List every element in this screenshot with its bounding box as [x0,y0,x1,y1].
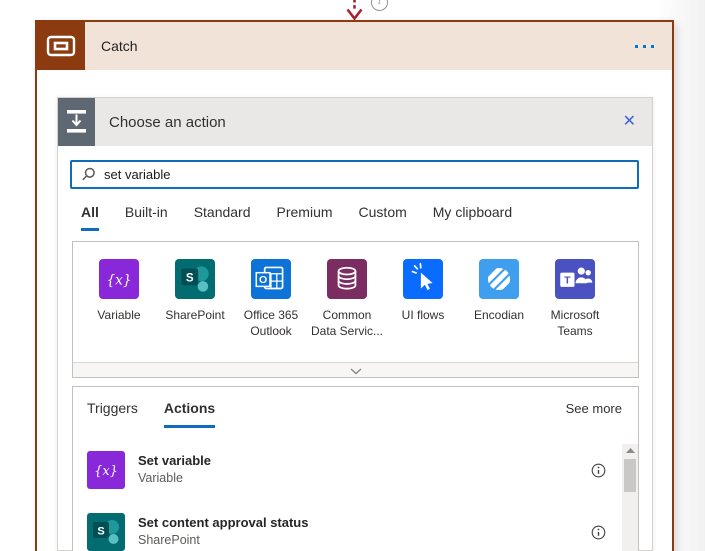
tab-triggers[interactable]: Triggers [87,400,138,428]
more-menu-button[interactable] [626,39,658,54]
info-icon[interactable]: i [371,0,388,11]
dialog-title: Choose an action [109,113,226,131]
dialog-header: Choose an action ✕ [58,98,652,146]
svg-text:{x}: {x} [94,464,118,479]
svg-text:{x}: {x} [106,272,131,288]
connector-common-data-service[interactable]: Common Data Servic... [309,259,385,339]
tab-all[interactable]: All [81,204,99,231]
action-item-set-content-approval-status[interactable]: S Set content approval status SharePoint [73,501,638,551]
svg-text:S: S [186,273,194,285]
search-box [70,160,639,189]
teams-icon: T [555,259,595,299]
connector-sharepoint[interactable]: S SharePoint [157,259,233,339]
svg-text:S: S [97,526,104,538]
info-icon[interactable] [589,523,608,542]
connector-row: {x} Variable S SharePoint O Office 365 O… [73,242,638,339]
catch-scope-header[interactable]: Catch [37,22,672,70]
cursor-click-icon [403,259,443,299]
scroll-up-button[interactable] [622,444,638,457]
tab-standard[interactable]: Standard [194,204,251,231]
scope-title: Catch [101,38,138,54]
outlook-icon: O [251,259,291,299]
scroll-thumb[interactable] [624,459,636,492]
connector-encodian[interactable]: Encodian [461,259,537,339]
action-list: {x} Set variable Variable S Set content … [73,439,638,551]
collapse-button[interactable] [73,362,638,377]
see-more-link[interactable]: See more [566,401,622,416]
svg-text:O: O [259,274,267,286]
connector-variable[interactable]: {x} Variable [81,259,157,339]
catch-scope-card: Catch Choose an action ✕ set variable Al… [35,20,674,551]
results-panel: Triggers Actions See more {x} Set variab… [72,386,639,551]
close-button[interactable]: ✕ [617,110,642,134]
variable-icon: {x} [99,259,139,299]
triangle-up-icon [625,448,635,453]
connector-arrow-icon [346,0,363,21]
sharepoint-icon: S [175,259,215,299]
search-icon [82,167,95,181]
action-item-subtitle: SharePoint [138,533,200,548]
info-icon[interactable] [589,461,608,480]
scrollbar[interactable] [622,444,638,551]
connector-ui-flows[interactable]: UI flows [385,259,461,339]
connector-microsoft-teams[interactable]: T Microsoft Teams [537,259,613,339]
svg-text:T: T [564,275,571,287]
connector-office365-outlook[interactable]: O Office 365 Outlook [233,259,309,339]
add-action-icon [58,98,95,146]
action-item-title: Set variable [138,453,211,469]
connector-panel: {x} Variable S SharePoint O Office 365 O… [72,241,639,378]
browse-tabs: Triggers Actions See more [73,387,638,428]
tab-custom[interactable]: Custom [359,204,407,231]
sharepoint-icon: S [87,513,125,551]
tab-my-clipboard[interactable]: My clipboard [433,204,512,231]
action-item-title: Set content approval status [138,515,309,531]
action-item-subtitle: Variable [138,471,183,486]
chevron-down-icon [350,368,361,375]
choose-action-dialog: Choose an action ✕ All Built-in Standard… [57,97,653,551]
variable-icon: {x} [87,451,125,489]
flow-designer-canvas: i Catch Choose an action ✕ set variable … [0,0,705,551]
database-icon [327,259,367,299]
tab-actions[interactable]: Actions [163,400,216,428]
scope-icon [37,22,85,70]
striped-circle-icon [479,259,519,299]
category-tabs: All Built-in Standard Premium Custom My … [81,204,512,231]
tab-premium[interactable]: Premium [277,204,333,231]
tab-built-in[interactable]: Built-in [125,204,168,231]
action-item-set-variable[interactable]: {x} Set variable Variable [73,439,638,501]
search-input[interactable] [104,167,637,182]
